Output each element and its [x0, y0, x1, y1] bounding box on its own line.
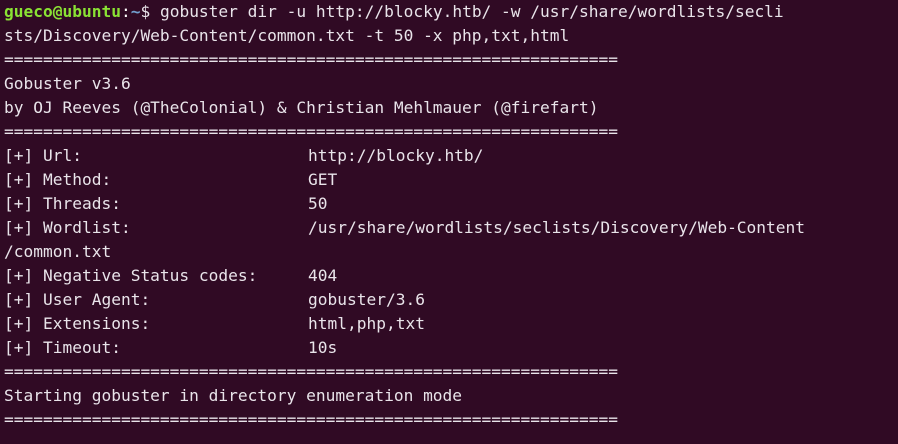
config-row-status-codes: [+] Negative Status codes: 404 [4, 264, 894, 288]
config-key: [+] User Agent: [4, 290, 151, 309]
config-row-url: [+] Url: http://blocky.htb/ [4, 144, 894, 168]
config-key: /common.txt [4, 242, 112, 261]
banner-title: Gobuster v3.6 [4, 74, 131, 93]
config-row-wordlist-wrap: /common.txt [4, 240, 894, 264]
config-value: /usr/share/wordlists/seclists/Discovery/… [308, 218, 806, 237]
config-key: [+] Extensions: [4, 314, 151, 333]
config-value: 10s [308, 338, 338, 357]
config-row-wordlist: [+] Wordlist: /usr/share/wordlists/seclis… [4, 216, 894, 240]
command-line: gueco@ubuntu:~$ gobuster dir -u http://b… [4, 0, 894, 24]
config-value: 404 [308, 266, 338, 285]
config-key: [+] Negative Status codes: [4, 266, 258, 285]
terminal-window[interactable]: gueco@ubuntu:~$ gobuster dir -u http://b… [0, 0, 898, 444]
config-row-extensions: [+] Extensions: html,php,txt [4, 312, 894, 336]
config-key: [+] Url: [4, 146, 82, 165]
config-value: http://blocky.htb/ [308, 146, 484, 165]
banner-authors: by OJ Reeves (@TheColonial) & Christian … [4, 98, 599, 117]
prompt-separator: : [120, 2, 131, 21]
config-row-timeout: [+] Timeout: 10s [4, 336, 894, 360]
config-value: html,php,txt [308, 314, 425, 333]
config-key: [+] Method: [4, 170, 112, 189]
config-key: [+] Threads: [4, 194, 121, 213]
prompt-symbol: $ [140, 2, 160, 21]
config-key: [+] Timeout: [4, 338, 121, 357]
divider-line: ========================================… [4, 362, 618, 381]
command-continuation: sts/Discovery/Web-Content/common.txt -t … [4, 26, 570, 45]
config-key: [+] Wordlist: [4, 218, 131, 237]
divider-line: ========================================… [4, 410, 618, 429]
config-value: 50 [308, 194, 328, 213]
config-row-method: [+] Method: GET [4, 168, 894, 192]
divider-line: ========================================… [4, 122, 618, 141]
config-row-threads: [+] Threads: 50 [4, 192, 894, 216]
config-value: gobuster/3.6 [308, 290, 425, 309]
prompt-path: ~ [130, 2, 141, 21]
divider-line: ========================================… [4, 50, 618, 69]
config-value: GET [308, 170, 338, 189]
prompt-user-host: gueco@ubuntu [4, 2, 121, 21]
status-message: Starting gobuster in directory enumerati… [4, 386, 463, 405]
config-row-user-agent: [+] User Agent: gobuster/3.6 [4, 288, 894, 312]
command-text: gobuster dir -u http://blocky.htb/ -w /u… [159, 2, 784, 21]
